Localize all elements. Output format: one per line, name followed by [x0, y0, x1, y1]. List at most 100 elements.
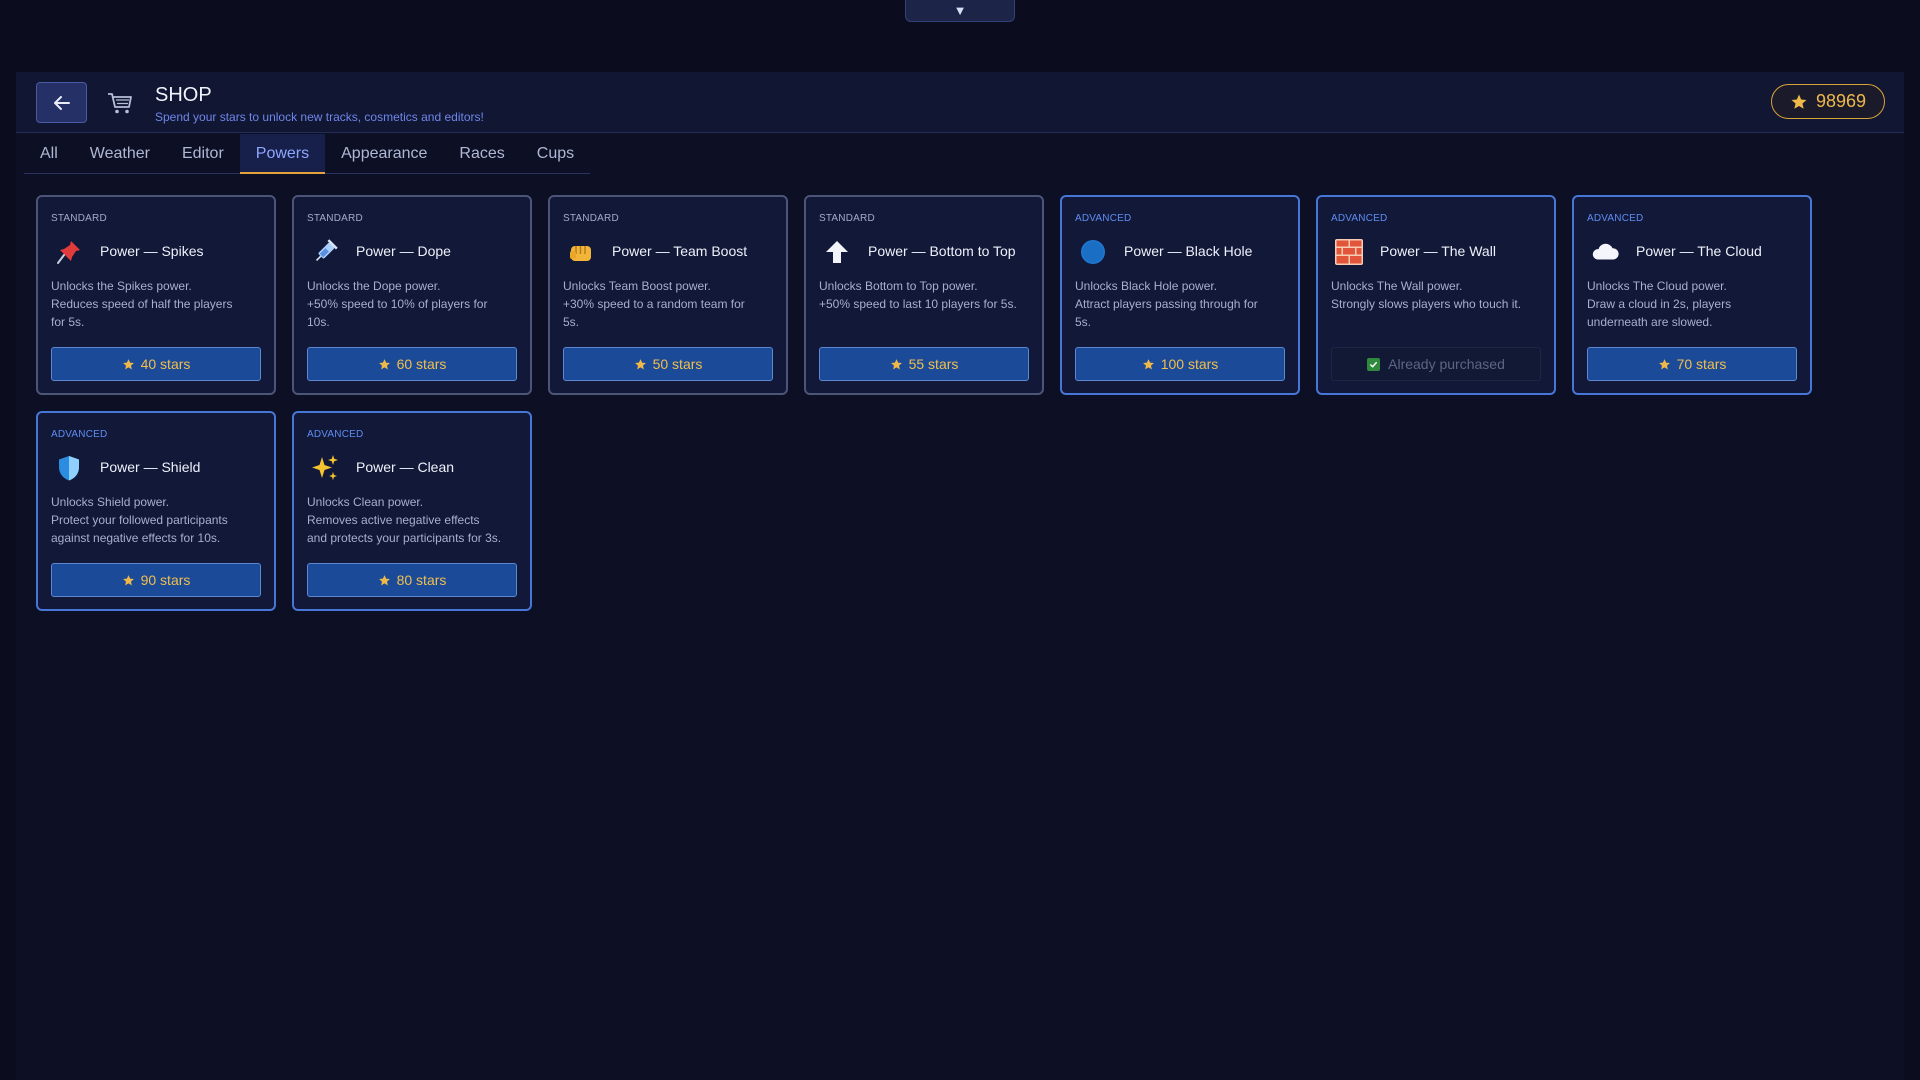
buy-button[interactable]: 70 stars [1587, 347, 1797, 381]
tab-cups[interactable]: Cups [521, 134, 590, 174]
item-description-line: +30% speed to a random team for [563, 297, 745, 311]
tier-label: STANDARD [51, 213, 107, 224]
tab-appearance[interactable]: Appearance [325, 134, 443, 174]
tier-label: ADVANCED [51, 429, 108, 440]
item-name: Power — Bottom to Top [868, 243, 1016, 259]
item-description-line: 10s. [307, 315, 330, 329]
chevron-down-icon: ▼ [953, 3, 967, 18]
star-icon [1791, 94, 1807, 109]
syringe-icon [310, 237, 340, 267]
price-label: 80 stars [396, 572, 447, 588]
price-label: 50 stars [652, 356, 703, 372]
item-description-line: Unlocks The Wall power. [1331, 279, 1463, 293]
item-name: Power — The Cloud [1636, 243, 1762, 259]
tab-weather[interactable]: Weather [74, 134, 166, 174]
purchased-label: Already purchased [1388, 356, 1505, 372]
price-label: 40 stars [140, 356, 191, 372]
tier-label: ADVANCED [307, 429, 364, 440]
buy-button[interactable]: 80 stars [307, 563, 517, 597]
shop-panel: SHOP Spend your stars to unlock new trac… [16, 72, 1904, 1080]
buy-button[interactable]: 60 stars [307, 347, 517, 381]
shop-items-grid: STANDARD Power — Spikes Unlocks the Spik… [36, 195, 1836, 611]
item-description-line: Unlocks Shield power. [51, 495, 170, 509]
category-tabs: All Weather Editor Powers Appearance Races Cup… [24, 134, 591, 174]
shop-item-card: ADVANCED Power — The Cloud Unlocks The C… [1572, 195, 1812, 395]
star-icon [890, 358, 902, 369]
item-description-line: Draw a cloud in 2s, players [1587, 297, 1732, 311]
item-description: Unlocks the Spikes power. Reduces speed o… [51, 277, 265, 331]
back-button[interactable] [36, 82, 87, 123]
item-description-line: +50% speed to last 10 players for 5s. [819, 297, 1017, 311]
item-description: Unlocks The Cloud power. Draw a cloud in … [1587, 277, 1801, 331]
tier-label: STANDARD [307, 213, 363, 224]
star-icon [634, 358, 646, 369]
price-label: 90 stars [140, 572, 191, 588]
tab-editor[interactable]: Editor [166, 134, 240, 174]
pin-icon [54, 237, 84, 267]
price-label: 70 stars [1676, 356, 1727, 372]
shopping-cart-icon [108, 93, 132, 114]
item-description-line: Unlocks the Spikes power. [51, 279, 192, 293]
tier-label: ADVANCED [1075, 213, 1132, 224]
item-description-line: Attract players passing through for [1075, 297, 1258, 311]
star-icon [378, 574, 390, 585]
tab-all[interactable]: All [24, 134, 74, 174]
shield-icon [54, 453, 84, 483]
star-icon [378, 358, 390, 369]
item-description-line: Unlocks Bottom to Top power. [819, 279, 978, 293]
item-name: Power — Black Hole [1124, 243, 1253, 259]
fist-icon [566, 237, 596, 267]
buy-button[interactable]: 50 stars [563, 347, 773, 381]
item-description: Unlocks Bottom to Top power. +50% speed t… [819, 277, 1033, 313]
shop-item-card: ADVANCED Power — Shield Unlocks Shield p… [36, 411, 276, 611]
item-description-line: +50% speed to 10% of players for [307, 297, 488, 311]
star-balance-badge: 98969 [1771, 84, 1885, 119]
item-description-line: Strongly slows players who touch it. [1331, 297, 1522, 311]
item-description-line: against negative effects for 10s. [51, 531, 221, 545]
buy-button[interactable]: 100 stars [1075, 347, 1285, 381]
item-description-line: Unlocks the Dope power. [307, 279, 441, 293]
tier-label: ADVANCED [1331, 213, 1388, 224]
buy-button[interactable]: 55 stars [819, 347, 1029, 381]
item-description-line: and protects your participants for 3s. [307, 531, 502, 545]
item-description-line: Reduces speed of half the players [51, 297, 233, 311]
item-name: Power — The Wall [1380, 243, 1496, 259]
shop-item-card: STANDARD Power — Team Boost Unlocks Team… [548, 195, 788, 395]
tier-label: STANDARD [563, 213, 619, 224]
item-description-line: Unlocks Black Hole power. [1075, 279, 1218, 293]
item-description: Unlocks Team Boost power. +30% speed to a… [563, 277, 777, 331]
item-description-line: for 5s. [51, 315, 85, 329]
sparkles-icon [310, 453, 340, 483]
arrow-up-icon [822, 237, 852, 267]
already-purchased-indicator: Already purchased [1331, 347, 1541, 381]
shop-item-card: ADVANCED Power — Black Hole Unlocks Blac… [1060, 195, 1300, 395]
buy-button[interactable]: 90 stars [51, 563, 261, 597]
cloud-icon [1590, 237, 1620, 267]
brick-wall-icon [1334, 237, 1364, 267]
item-description: Unlocks Black Hole power. Attract players… [1075, 277, 1289, 331]
star-icon [1142, 358, 1154, 369]
item-description-line: Unlocks Team Boost power. [563, 279, 711, 293]
black-hole-icon [1078, 237, 1108, 267]
shop-item-card: STANDARD Power — Dope Unlocks the Dope p… [292, 195, 532, 395]
item-name: Power — Dope [356, 243, 451, 259]
tier-label: STANDARD [819, 213, 875, 224]
item-description-line: underneath are slowed. [1587, 315, 1713, 329]
shop-item-card: ADVANCED Power — The Wall Unlocks The Wa… [1316, 195, 1556, 395]
star-balance: 98969 [1815, 91, 1867, 111]
star-icon [122, 574, 134, 585]
item-description: Unlocks the Dope power. +50% speed to 10%… [307, 277, 521, 331]
buy-button[interactable]: 40 stars [51, 347, 261, 381]
page-subtitle: Spend your stars to unlock new tracks, c… [155, 110, 484, 124]
item-name: Power — Spikes [100, 243, 204, 259]
item-description-line: Protect your followed participants [51, 513, 228, 527]
collapse-toggle[interactable]: ▼ [905, 0, 1015, 22]
tab-races[interactable]: Races [443, 134, 520, 174]
shop-item-card: STANDARD Power — Bottom to Top Unlocks B… [804, 195, 1044, 395]
item-description: Unlocks Clean power. Removes active negat… [307, 493, 521, 547]
item-description-line: Unlocks Clean power. [307, 495, 424, 509]
star-icon [122, 358, 134, 369]
tab-powers[interactable]: Powers [239, 134, 326, 174]
item-name: Power — Team Boost [612, 243, 748, 259]
tier-label: ADVANCED [1587, 213, 1644, 224]
